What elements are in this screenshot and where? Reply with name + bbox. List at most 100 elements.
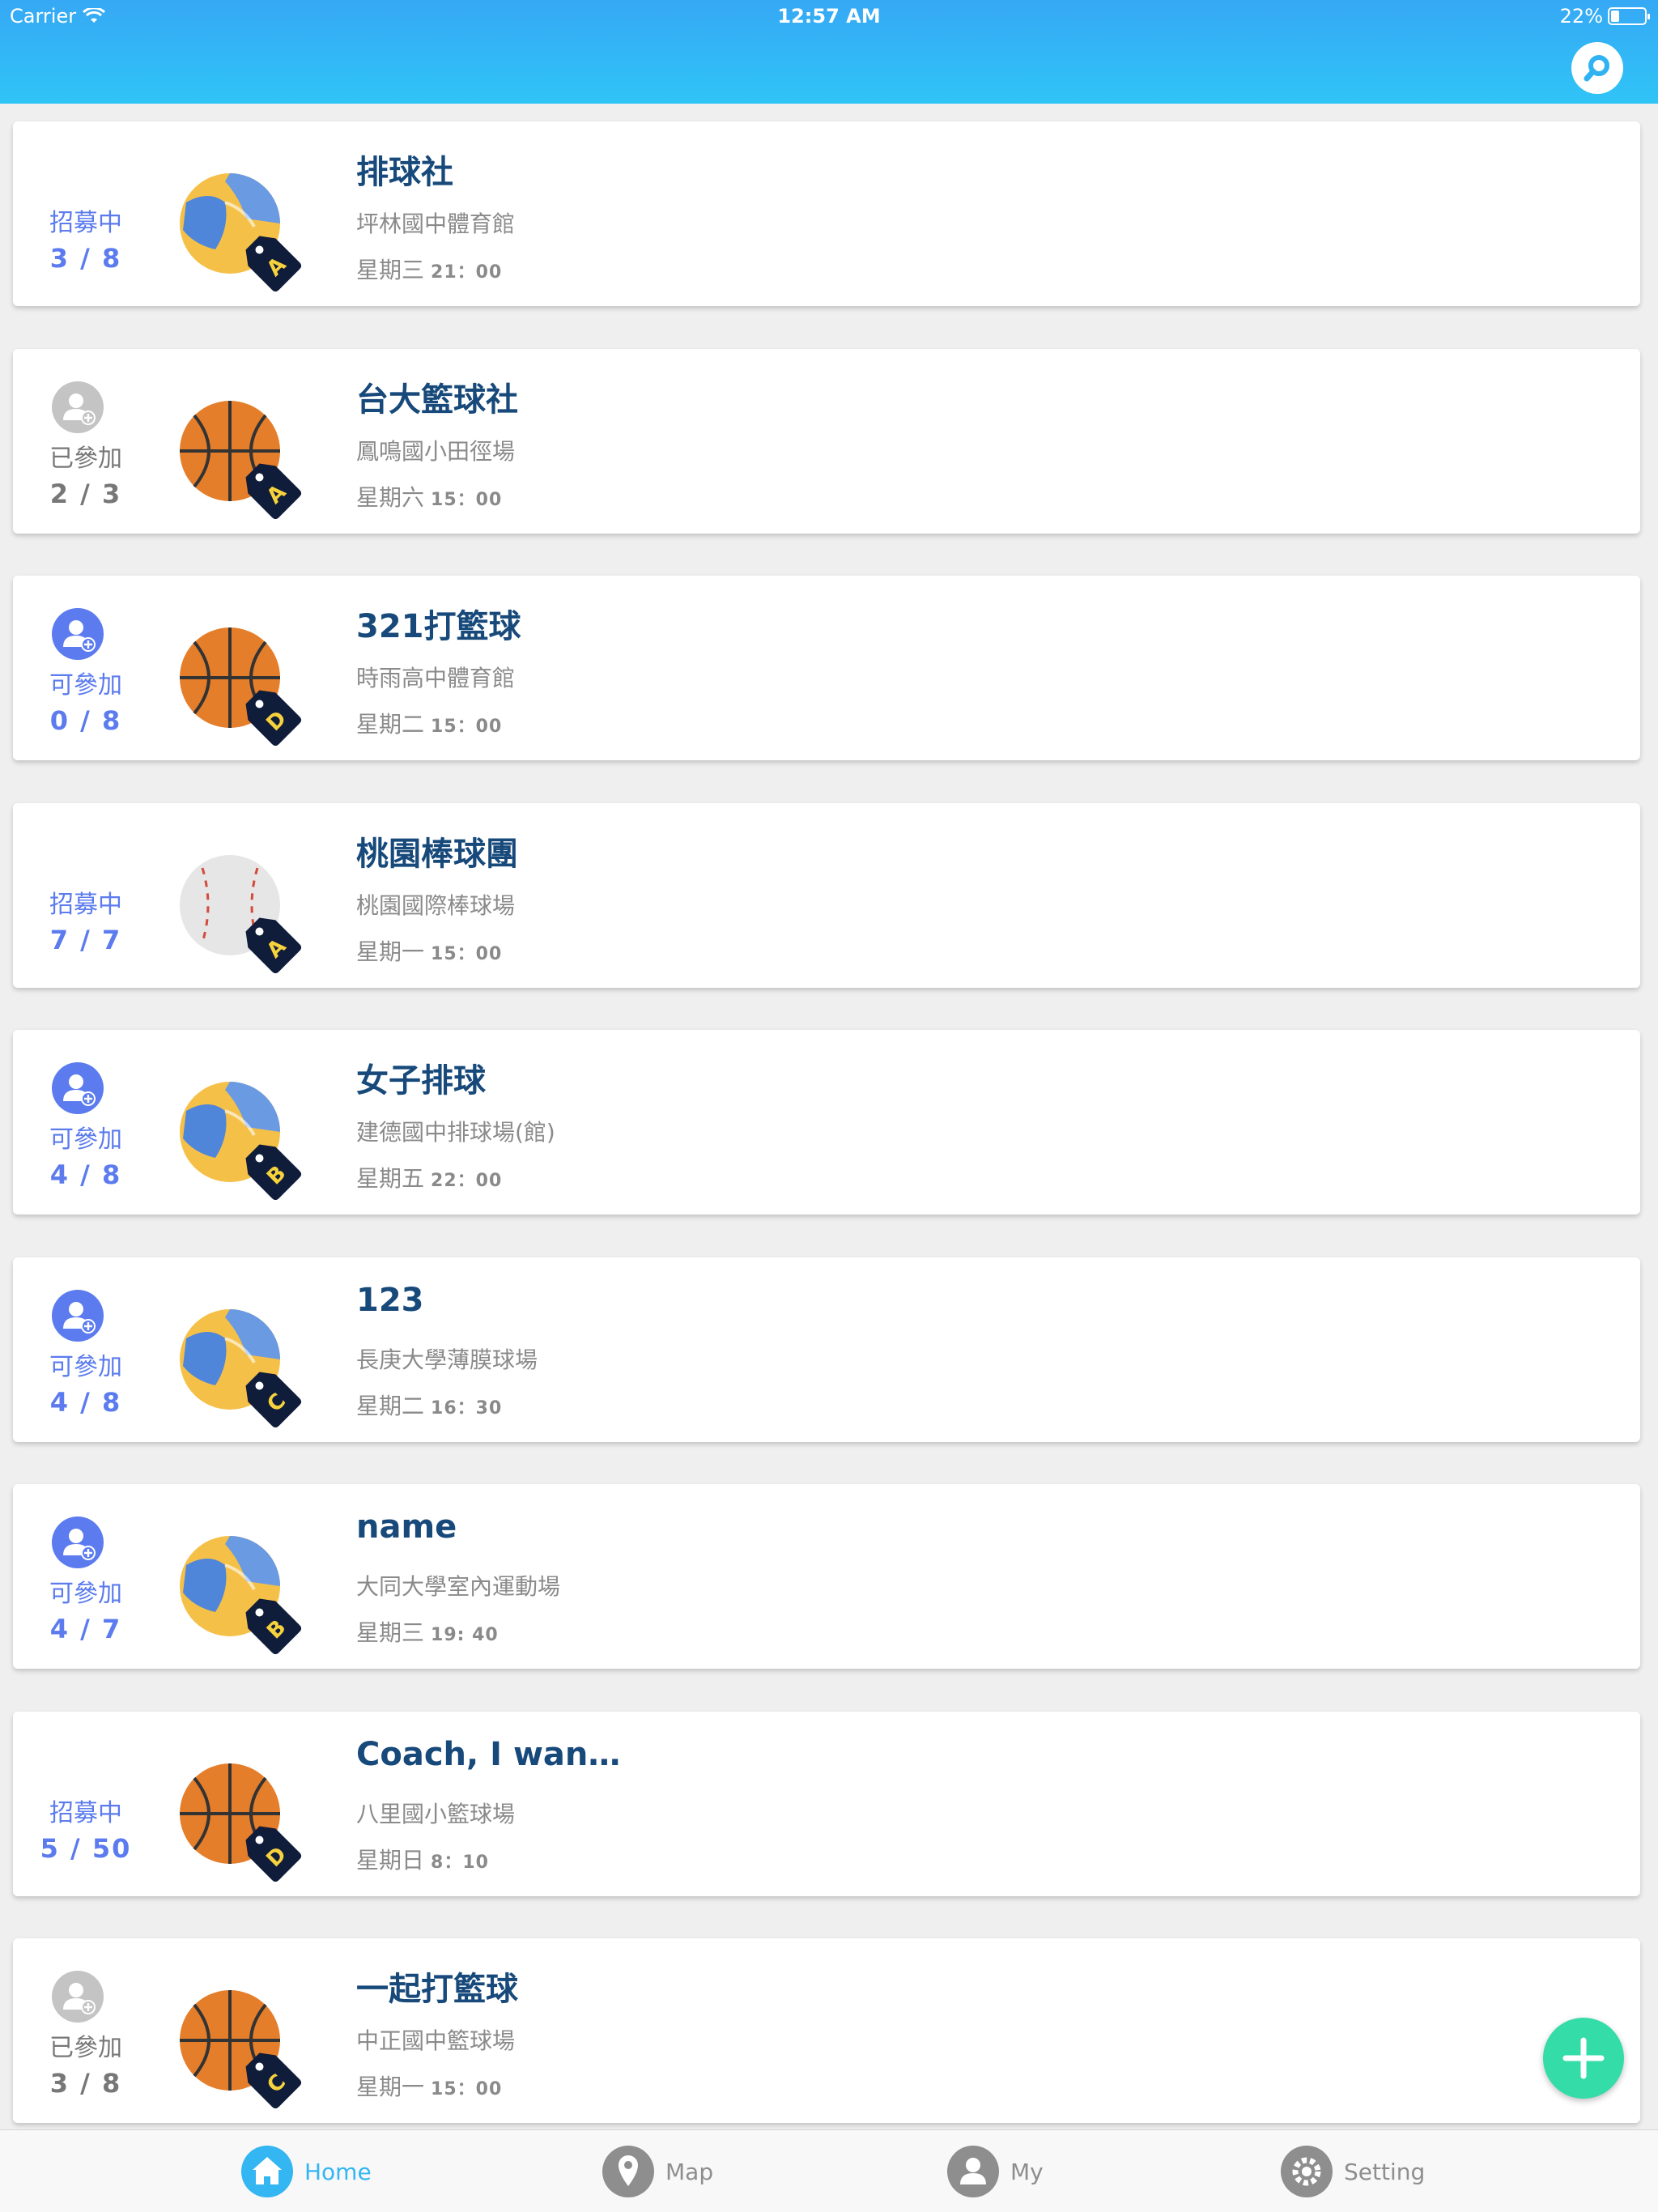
group-time: 星期一 15：00	[356, 2069, 502, 2102]
tab-bar: Home Map My Setting	[0, 2129, 1658, 2212]
tab-label: My	[1010, 2158, 1044, 2185]
group-time: 星期六 15：00	[356, 480, 502, 513]
group-time: 星期一 15：00	[356, 934, 502, 967]
basketball-icon: C	[180, 1990, 302, 2109]
group-card[interactable]: 已參加 2 / 3 A 台大籃球社鳳鳴國小田徑場星期六 15：00	[13, 348, 1640, 534]
group-card[interactable]: 可參加 4 / 7 Bname 大同大學室內運動場 星期三 19: 40	[13, 1484, 1640, 1669]
status-column: 已參加 3 / 8	[13, 1938, 159, 2123]
status-time: 12:57 AM	[777, 5, 881, 28]
status-label: 已參加	[49, 444, 122, 473]
time-of-day: 21：00	[431, 262, 503, 283]
group-venue: 大同大學室內運動場	[356, 1573, 561, 1600]
group-venue: 桃園國際棒球場	[356, 891, 516, 919]
status-column: 已參加 2 / 3	[13, 349, 159, 534]
tab-setting[interactable]: Setting	[1281, 2130, 1425, 2212]
group-card[interactable]: 可參加 4 / 8 C 123 長庚大學薄膜球場 星期二 16：30	[13, 1257, 1640, 1442]
group-venue: 長庚大學薄膜球場	[356, 1346, 538, 1373]
group-title: 一起打籃球	[356, 1971, 518, 2008]
group-venue: 八里國小籃球場	[356, 1800, 516, 1827]
weekday: 星期二	[356, 1392, 425, 1419]
group-venue: 鳳鳴國小田徑場	[356, 437, 516, 465]
group-card[interactable]: 已參加 3 / 8 C 一起打籃球中正國中籃球場星期一 15：00	[13, 1938, 1640, 2123]
group-card[interactable]: 招募中 7 / 7 A 桃園棒球團桃園國際棒球場星期一 15：00	[13, 802, 1640, 988]
search-button[interactable]	[1571, 42, 1623, 94]
group-time: 星期日 8：10	[356, 1843, 489, 1875]
member-count: 2 / 3	[49, 478, 122, 509]
join-user-icon[interactable]	[52, 1289, 104, 1342]
tab-map[interactable]: Map	[602, 2130, 713, 2212]
group-card[interactable]: 可參加 4 / 8 B 女子排球 建德國中排球場(館) 星期五 22：00	[13, 1030, 1640, 1214]
basketball-icon: A	[180, 400, 302, 519]
sport-badge: A	[165, 844, 311, 973]
map-pin-icon	[602, 2146, 654, 2197]
sport-badge: C	[165, 1979, 311, 2109]
plus-icon	[1562, 2037, 1605, 2079]
tab-home[interactable]: Home	[241, 2130, 372, 2212]
status-bar: Carrier 12:57 AM 22%	[0, 0, 1658, 32]
time-of-day: 19: 40	[431, 1625, 499, 1645]
group-title: 321打籃球	[356, 608, 521, 645]
group-title: 排球社	[356, 154, 453, 191]
group-title: 桃園棒球團	[356, 835, 518, 873]
status-label: 已參加	[49, 2034, 122, 2062]
join-user-icon[interactable]	[52, 608, 104, 660]
user-icon	[947, 2146, 999, 2197]
search-icon	[1584, 55, 1609, 82]
volleyball-icon: B	[180, 1082, 302, 1201]
tab-label: Home	[304, 2158, 372, 2185]
group-time: 星期三 21：00	[356, 253, 502, 285]
volleyball-icon: A	[180, 173, 302, 292]
volleyball-icon: B	[180, 1536, 302, 1655]
time-of-day: 15：00	[431, 717, 503, 737]
joined-user-icon[interactable]	[52, 381, 104, 433]
group-venue: 中正國中籃球場	[356, 2027, 516, 2054]
baseball-icon: A	[180, 854, 302, 973]
weekday: 星期一	[356, 938, 425, 965]
member-count: 3 / 8	[49, 2068, 122, 2099]
status-column: 可參加 0 / 8	[13, 576, 159, 760]
member-count: 4 / 7	[49, 1614, 122, 1644]
sport-badge: A	[165, 162, 311, 292]
battery-icon	[1608, 7, 1650, 25]
group-title: 123	[356, 1281, 424, 1319]
weekday: 星期一	[356, 2074, 425, 2100]
member-count: 4 / 8	[49, 1386, 122, 1418]
home-icon	[241, 2146, 293, 2197]
battery-status: 22%	[1560, 5, 1650, 28]
tab-label: Map	[665, 2158, 714, 2185]
group-title: Coach, I wan…	[356, 1735, 621, 1773]
group-time: 星期二 15：00	[356, 707, 502, 739]
group-card[interactable]: 招募中 5 / 50 D Coach, I wan… 八里國小籃球場 星期日 8：10	[13, 1711, 1640, 1896]
sport-badge: D	[165, 616, 311, 747]
member-count: 5 / 50	[40, 1832, 132, 1864]
join-user-icon[interactable]	[52, 1516, 104, 1568]
member-count: 4 / 8	[49, 1159, 122, 1190]
join-user-icon[interactable]	[52, 1062, 104, 1114]
member-count: 7 / 7	[49, 924, 122, 955]
status-column: 招募中 5 / 50	[13, 1712, 159, 1896]
tab-my[interactable]: My	[947, 2130, 1044, 2212]
group-venue: 建德國中排球場(館)	[356, 1119, 555, 1146]
status-label: 招募中	[49, 890, 122, 919]
joined-user-icon[interactable]	[52, 1971, 104, 2023]
time-of-day: 16：30	[431, 1397, 503, 1419]
basketball-icon: D	[180, 627, 302, 747]
weekday: 星期三	[356, 1619, 425, 1646]
time-of-day: 15：00	[431, 489, 503, 510]
group-time: 星期五 22：00	[356, 1161, 502, 1193]
status-column: 可參加 4 / 7	[13, 1484, 159, 1669]
time-of-day: 22：00	[431, 1171, 503, 1191]
status-label: 招募中	[49, 1798, 122, 1827]
status-column: 可參加 4 / 8	[13, 1030, 159, 1214]
group-list[interactable]: 招募中 3 / 8 A 排球社 坪林國中體育館 星期三 21：00 已參加 2 / 3 A 台大籃球…	[0, 104, 1658, 2129]
sport-badge: B	[165, 1070, 311, 1201]
gear-icon	[1281, 2146, 1333, 2197]
status-column: 招募中 7 / 7	[13, 803, 159, 988]
group-venue: 時雨高中體育館	[356, 665, 516, 691]
add-group-button[interactable]	[1543, 2018, 1624, 2099]
group-card[interactable]: 招募中 3 / 8 A 排球社 坪林國中體育館 星期三 21：00	[13, 121, 1640, 306]
group-card[interactable]: 可參加 0 / 8 D 321打籃球時雨高中體育館星期二 15：00	[13, 576, 1640, 760]
group-title: 台大籃球社	[356, 381, 518, 419]
group-venue: 坪林國中體育館	[356, 211, 516, 237]
tab-label: Setting	[1344, 2158, 1426, 2185]
